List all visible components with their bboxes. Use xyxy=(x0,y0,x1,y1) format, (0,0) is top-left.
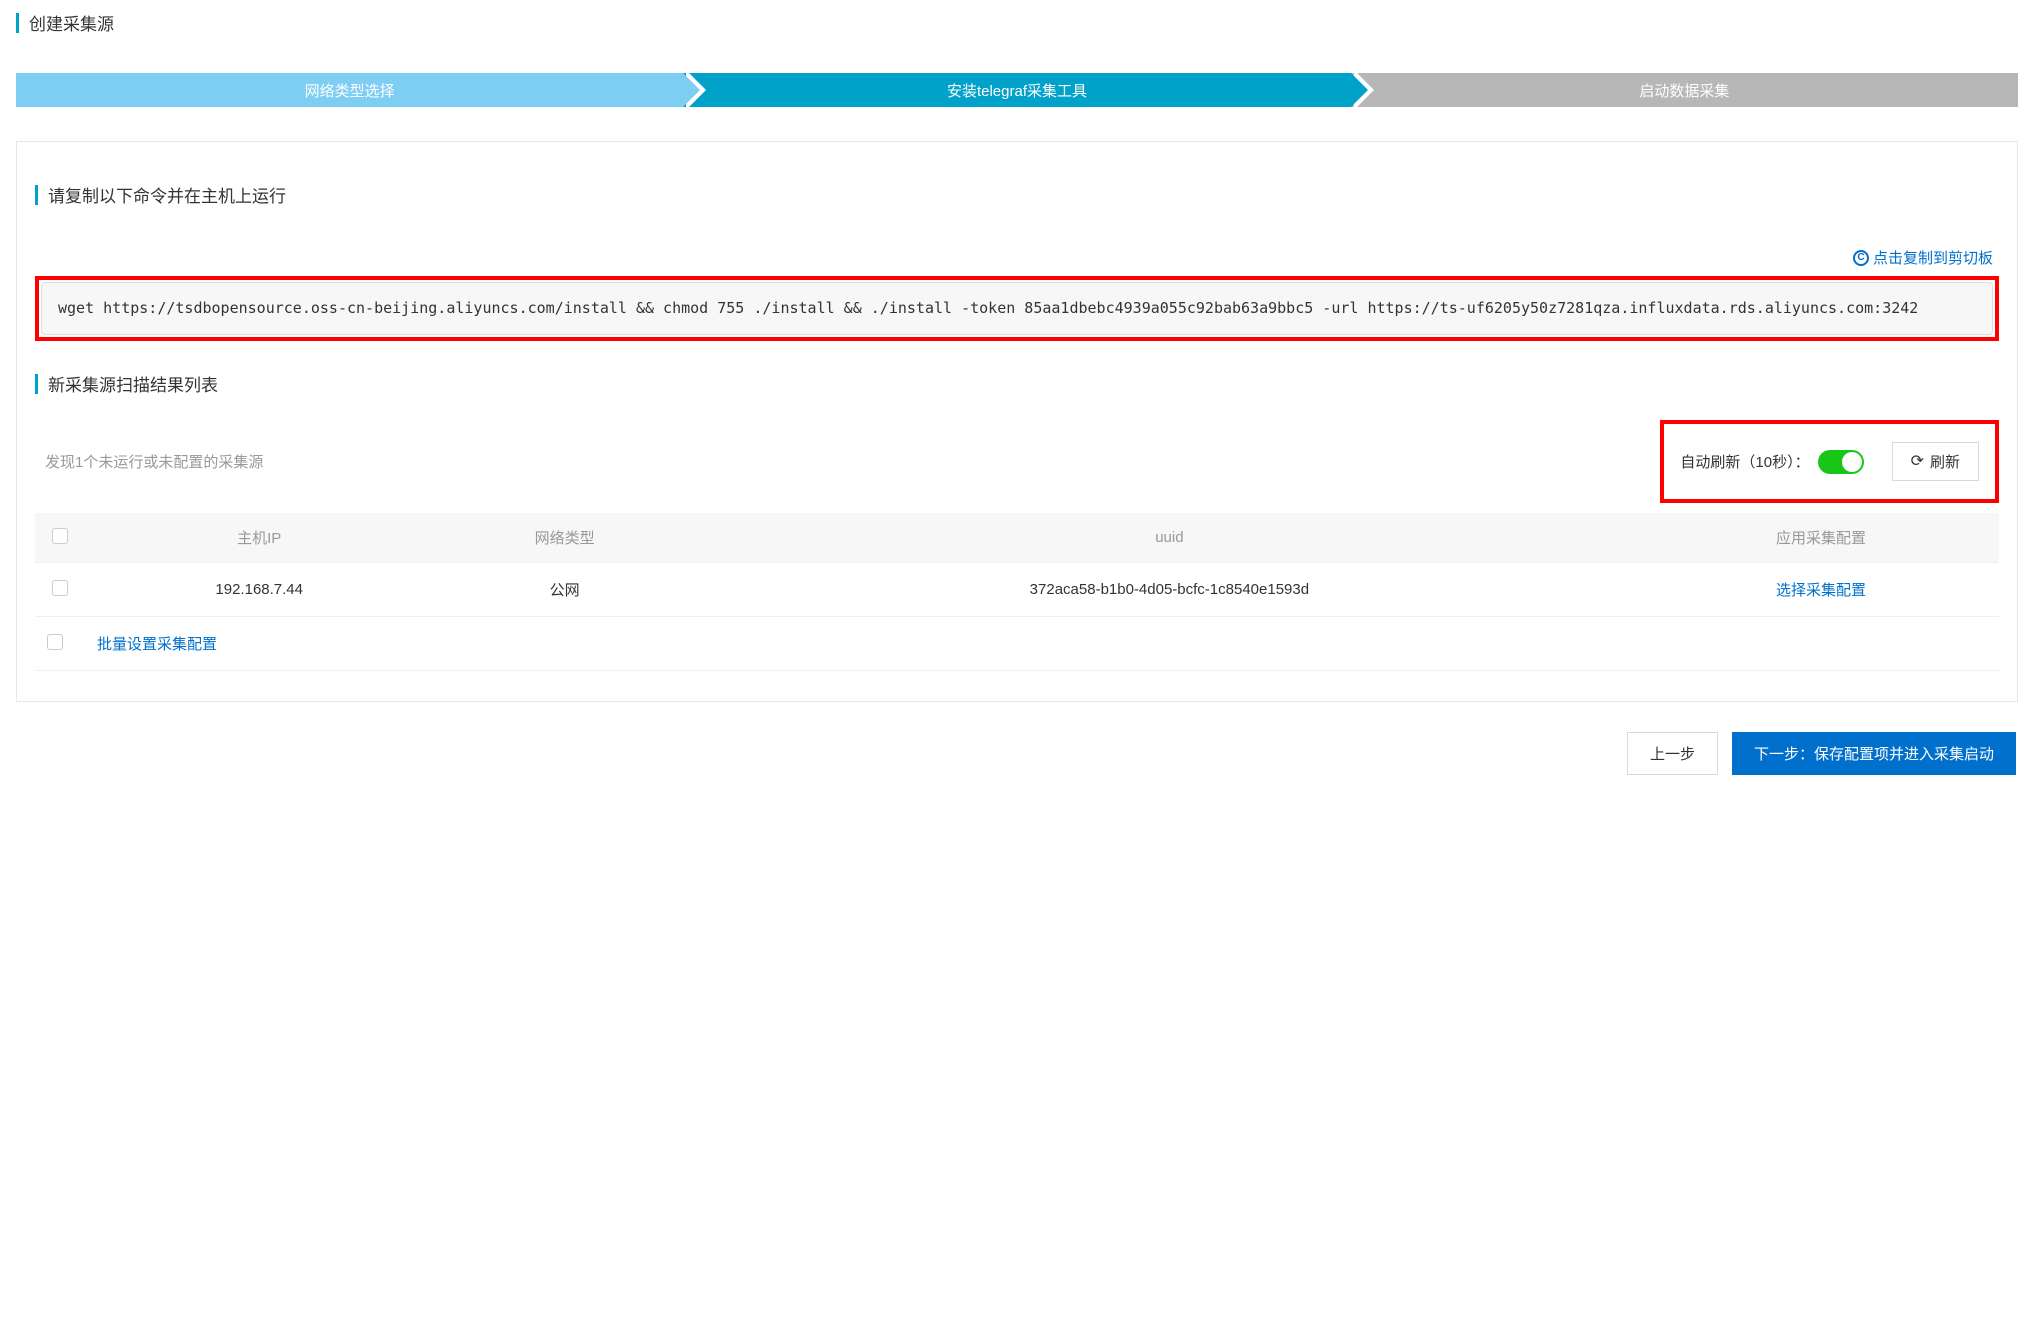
step-start-collection[interactable]: 启动数据采集 xyxy=(1351,73,2018,107)
table-header-row: 主机IP 网络类型 uuid 应用采集配置 xyxy=(35,513,1999,563)
table-row: 192.168.7.44 公网 372aca58-b1b0-4d05-bcfc-… xyxy=(35,563,1999,617)
step-label: 网络类型选择 xyxy=(305,80,395,101)
section-header-scan: 新采集源扫描结果列表 xyxy=(35,371,1999,396)
step-install-telegraf[interactable]: 安装telegraf采集工具 xyxy=(683,73,1350,107)
cell-uuid: 372aca58-b1b0-4d05-bcfc-1c8540e1593d xyxy=(696,563,1643,617)
section-title: 新采集源扫描结果列表 xyxy=(48,371,218,396)
copy-link-text: 点击复制到剪切板 xyxy=(1873,247,1993,268)
copy-row: C 点击复制到剪切板 xyxy=(35,247,1999,268)
step-network-type[interactable]: 网络类型选择 xyxy=(16,73,683,107)
scan-top-row: 发现1个未运行或未配置的采集源 自动刷新（10秒）： ⟳ 刷新 xyxy=(35,420,1999,503)
section-accent-bar xyxy=(35,374,38,394)
step-label: 安装telegraf采集工具 xyxy=(947,80,1087,101)
page-title-bar: 创建采集源 xyxy=(16,10,2018,35)
row-checkbox[interactable] xyxy=(52,580,68,596)
wizard-stepper: 网络类型选择 安装telegraf采集工具 启动数据采集 xyxy=(16,73,2018,107)
prev-step-button[interactable]: 上一步 xyxy=(1627,732,1718,775)
refresh-controls-highlight-frame: 自动刷新（10秒）： ⟳ 刷新 xyxy=(1660,420,1999,503)
scan-results-table: 主机IP 网络类型 uuid 应用采集配置 192.168.7.44 公网 37… xyxy=(35,513,1999,671)
auto-refresh-label: 自动刷新（10秒）： xyxy=(1680,451,1809,472)
refresh-button[interactable]: ⟳ 刷新 xyxy=(1892,442,1979,481)
section-title: 请复制以下命令并在主机上运行 xyxy=(48,182,286,207)
col-config: 应用采集配置 xyxy=(1643,513,1999,563)
col-host-ip: 主机IP xyxy=(85,513,433,563)
command-highlight-frame: wget https://tsdbopensource.oss-cn-beiji… xyxy=(35,276,1999,341)
section-header-command: 请复制以下命令并在主机上运行 xyxy=(35,182,1999,207)
select-config-link[interactable]: 选择采集配置 xyxy=(1776,582,1866,599)
wizard-footer: 上一步 下一步：保存配置项并进入采集启动 xyxy=(16,732,2018,775)
next-step-button[interactable]: 下一步：保存配置项并进入采集启动 xyxy=(1732,732,2016,775)
section-accent-bar xyxy=(35,185,38,205)
cell-network-type: 公网 xyxy=(433,563,695,617)
title-accent-bar xyxy=(16,13,19,33)
refresh-icon: ⟳ xyxy=(1911,454,1924,470)
col-network-type: 网络类型 xyxy=(433,513,695,563)
footer-checkbox[interactable] xyxy=(47,634,63,650)
scan-status-message: 发现1个未运行或未配置的采集源 xyxy=(35,451,263,472)
table-footer-row: 批量设置采集配置 xyxy=(35,617,1999,671)
copy-icon: C xyxy=(1853,250,1869,266)
step-label: 启动数据采集 xyxy=(1639,80,1729,101)
refresh-button-label: 刷新 xyxy=(1930,451,1960,472)
batch-set-config-link[interactable]: 批量设置采集配置 xyxy=(97,636,217,653)
col-uuid: uuid xyxy=(696,513,1643,563)
page-title: 创建采集源 xyxy=(29,10,114,35)
copy-to-clipboard-link[interactable]: C 点击复制到剪切板 xyxy=(1853,247,1993,268)
auto-refresh-toggle[interactable] xyxy=(1818,450,1864,474)
select-all-checkbox[interactable] xyxy=(52,528,68,544)
install-command-box[interactable]: wget https://tsdbopensource.oss-cn-beiji… xyxy=(41,282,1993,335)
main-card: 请复制以下命令并在主机上运行 C 点击复制到剪切板 wget https://t… xyxy=(16,141,2018,702)
cell-host-ip: 192.168.7.44 xyxy=(85,563,433,617)
auto-refresh-control: 自动刷新（10秒）： xyxy=(1680,450,1863,474)
